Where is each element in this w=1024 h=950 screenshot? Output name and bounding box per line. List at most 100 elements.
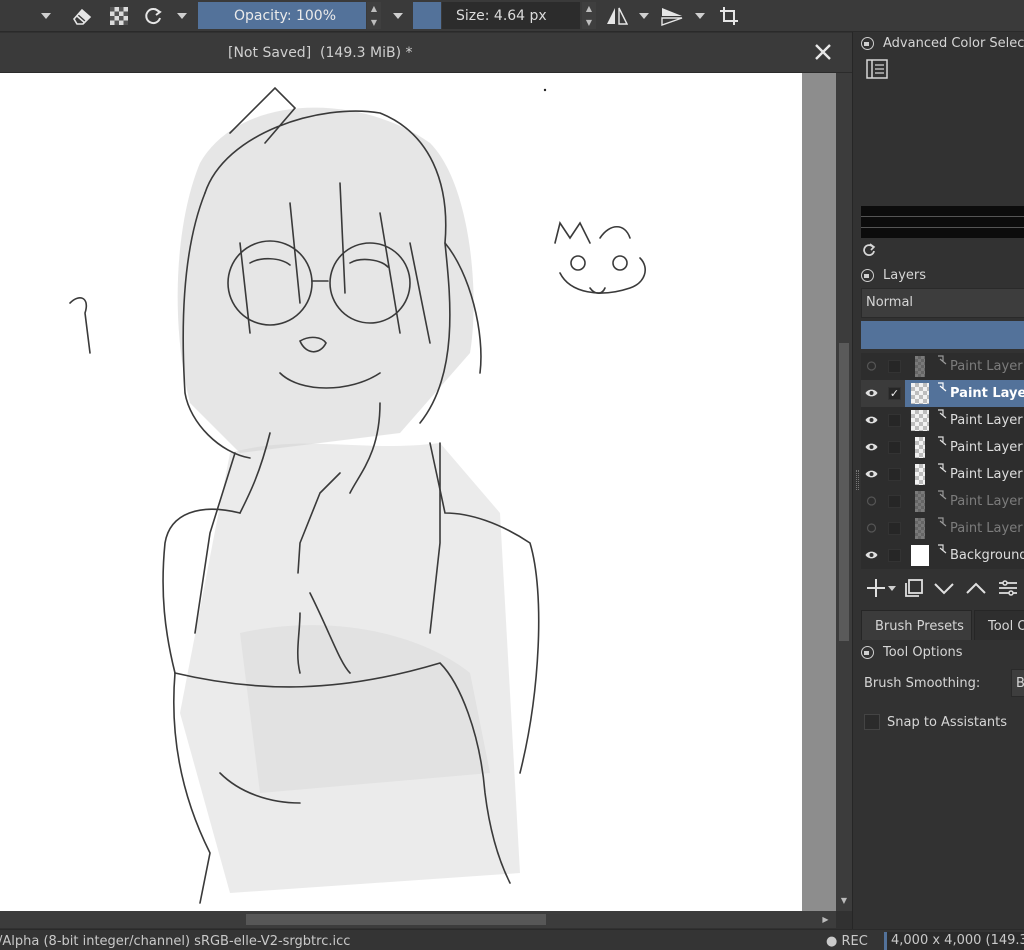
preserve-alpha-icon[interactable] xyxy=(106,0,132,32)
chevron-up-icon[interactable]: ▲ xyxy=(586,4,592,13)
opacity-spin-arrows[interactable]: ▲ ▼ xyxy=(367,2,381,29)
opacity-label: Opacity: 100% xyxy=(234,7,337,24)
reload-preset-icon[interactable] xyxy=(140,0,166,32)
eye-icon[interactable] xyxy=(865,469,878,479)
layer-checkbox[interactable] xyxy=(888,549,901,562)
sketch-artwork xyxy=(69,86,646,904)
brush-smoothing-select[interactable]: Ba xyxy=(1011,669,1024,697)
chevron-up-icon[interactable]: ▲ xyxy=(371,4,377,13)
eye-icon[interactable] xyxy=(865,550,878,560)
layers-lock-icon[interactable] xyxy=(861,268,874,282)
inherit-alpha-icon[interactable] xyxy=(937,436,947,446)
layer-row[interactable]: Paint Layer 1 xyxy=(861,515,1024,542)
eye-icon[interactable] xyxy=(865,415,878,425)
inherit-alpha-icon[interactable] xyxy=(937,517,947,527)
canvas-vertical-scrollbar[interactable]: ▼ xyxy=(836,73,852,911)
chevron-down-icon[interactable]: ▼ xyxy=(586,18,592,27)
layer-name[interactable]: Paint Layer 3 xyxy=(950,440,1024,455)
canvas-horizontal-scrollbar[interactable]: ▶ xyxy=(0,911,836,928)
layer-row[interactable]: Background xyxy=(861,542,1024,569)
add-layer-icon[interactable] xyxy=(865,577,887,599)
color-selector-area[interactable] xyxy=(861,86,1024,206)
layer-checkbox[interactable] xyxy=(888,414,901,427)
tool-options-title: Tool Options xyxy=(883,644,963,660)
move-layer-up-icon[interactable] xyxy=(965,577,987,599)
duplicate-layer-icon[interactable] xyxy=(903,577,925,599)
foreground-color-swatch[interactable] xyxy=(413,2,441,29)
inherit-alpha-icon[interactable] xyxy=(937,355,947,365)
mirror-v-dropdown-arrow-icon[interactable] xyxy=(692,0,708,32)
snap-to-assistants-label[interactable]: Snap to Assistants xyxy=(887,715,1007,730)
layer-name[interactable]: Paint Layer 1 xyxy=(950,521,1024,536)
inherit-alpha-icon[interactable] xyxy=(937,490,947,500)
layer-row[interactable]: Paint Layer 3 xyxy=(861,434,1024,461)
tab-brush-presets[interactable]: Brush Presets xyxy=(861,610,972,640)
tool-options-lock-icon[interactable] xyxy=(861,645,874,659)
color-selector-settings-icon[interactable] xyxy=(866,59,888,79)
scroll-right-icon[interactable]: ▶ xyxy=(820,914,831,925)
layer-list[interactable]: Paint Layer 2 ✓ Paint Layer Paint Layer … xyxy=(861,353,1024,569)
scroll-down-icon[interactable]: ▼ xyxy=(839,896,849,906)
layer-properties-icon[interactable] xyxy=(997,577,1019,599)
layer-name[interactable]: Background xyxy=(950,548,1024,563)
hidden-eye-icon[interactable] xyxy=(865,496,878,506)
add-layer-dropdown-icon[interactable] xyxy=(887,577,897,599)
layer-row[interactable]: Paint Layer 4 xyxy=(861,461,1024,488)
eye-icon[interactable] xyxy=(865,442,878,452)
inherit-alpha-icon[interactable] xyxy=(937,409,947,419)
layer-row[interactable]: Paint Layer 2 xyxy=(861,488,1024,515)
layer-name[interactable]: Paint Layer 5 xyxy=(950,413,1024,428)
document-title[interactable]: [Not Saved] (149.3 MiB) * xyxy=(228,45,413,61)
brush-size-slider[interactable]: Size: 4.64 px xyxy=(442,2,580,29)
preset-dropdown-arrow-icon[interactable] xyxy=(36,0,56,32)
layer-name[interactable]: Paint Layer xyxy=(950,386,1024,401)
vertical-scroll-thumb[interactable] xyxy=(839,343,849,641)
canvas-area[interactable] xyxy=(0,73,836,911)
layer-checkbox[interactable]: ✓ xyxy=(888,387,901,400)
tab-tool-options[interactable]: Tool O xyxy=(974,610,1024,640)
size-spin-arrows[interactable]: ▲ ▼ xyxy=(582,2,596,29)
record-indicator[interactable]: ● REC xyxy=(826,934,868,949)
layer-name[interactable]: Paint Layer 4 xyxy=(950,467,1024,482)
inherit-alpha-icon[interactable] xyxy=(937,382,947,392)
docker-tabs: Brush Presets Tool O xyxy=(861,610,1024,640)
inherit-alpha-icon[interactable] xyxy=(937,544,947,554)
move-layer-down-icon[interactable] xyxy=(933,577,955,599)
layer-row-selected[interactable]: ✓ Paint Layer xyxy=(861,380,1024,407)
mirror-vertical-icon[interactable] xyxy=(658,0,686,32)
layer-row[interactable]: Paint Layer 5 xyxy=(861,407,1024,434)
hidden-eye-icon[interactable] xyxy=(865,523,878,533)
refresh-icon[interactable] xyxy=(862,242,876,256)
blend-dropdown-arrow-icon[interactable] xyxy=(388,0,408,32)
reload-dropdown-arrow-icon[interactable] xyxy=(174,0,190,32)
horizontal-scroll-thumb[interactable] xyxy=(246,914,546,925)
layer-blend-mode-select[interactable]: Normal xyxy=(861,288,1024,318)
crop-icon[interactable] xyxy=(716,0,742,32)
opacity-slider[interactable]: Opacity: 100% xyxy=(198,2,366,29)
status-bar: /Alpha (8-bit integer/channel) sRGB-elle… xyxy=(0,929,1024,950)
dock-splitter-handle[interactable] xyxy=(856,470,859,490)
layer-opacity-slider[interactable] xyxy=(861,321,1024,349)
color-history-bars[interactable] xyxy=(861,206,1024,238)
hidden-eye-icon[interactable] xyxy=(865,361,878,371)
layer-name[interactable]: Paint Layer 2 xyxy=(950,359,1024,374)
docker-lock-icon[interactable] xyxy=(861,36,874,50)
inherit-alpha-icon[interactable] xyxy=(937,463,947,473)
close-document-icon[interactable] xyxy=(812,41,834,63)
mirror-horizontal-icon[interactable] xyxy=(604,0,630,32)
tool-options-docker-title: Tool Options xyxy=(861,642,963,662)
layer-row[interactable]: Paint Layer 2 xyxy=(861,353,1024,380)
layer-checkbox[interactable] xyxy=(888,441,901,454)
chevron-down-icon[interactable]: ▼ xyxy=(371,18,377,27)
drawing-canvas[interactable] xyxy=(0,73,802,911)
layer-name[interactable]: Paint Layer 2 xyxy=(950,494,1024,509)
layer-checkbox[interactable] xyxy=(888,522,901,535)
eraser-mode-icon[interactable] xyxy=(70,0,94,32)
layer-checkbox[interactable] xyxy=(888,468,901,481)
mirror-h-dropdown-arrow-icon[interactable] xyxy=(636,0,652,32)
snap-to-assistants-checkbox[interactable] xyxy=(864,714,880,730)
layers-title: Layers xyxy=(883,267,927,283)
eye-icon[interactable] xyxy=(865,388,878,398)
layer-checkbox[interactable] xyxy=(888,360,901,373)
layer-checkbox[interactable] xyxy=(888,495,901,508)
